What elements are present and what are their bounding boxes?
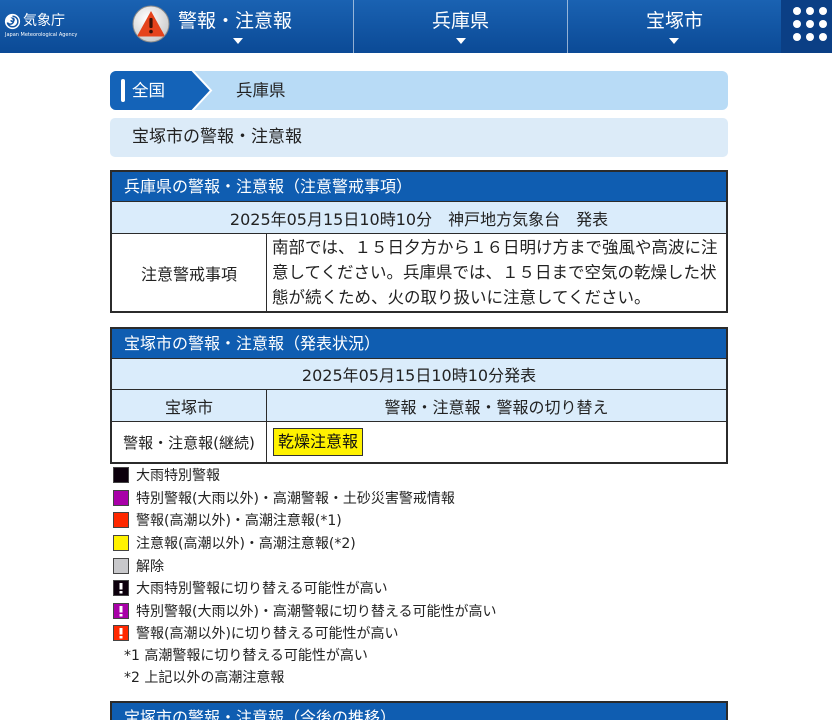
prefecture-issued-row: 2025年05月15日10時10分 神戸地方気象台 発表 — [112, 201, 726, 233]
legend-label: 解除 — [136, 558, 164, 575]
legend-swatch — [113, 557, 129, 574]
legend-swatch — [113, 602, 129, 619]
legend-swatch — [113, 512, 129, 529]
city-forecast-table: 宝塚市の警報・注意報（今後の推移） — [110, 701, 728, 720]
exclamation-icon — [119, 583, 123, 594]
breadcrumb-marker — [121, 79, 125, 102]
forecast-table-title: 宝塚市の警報・注意報（今後の推移） — [112, 703, 726, 720]
exclamation-icon — [119, 605, 123, 617]
column-header-area-label: 宝塚市 — [164, 397, 213, 417]
top-header: 気象庁 Japan Meteorological Agency 警報・注意報 兵… — [0, 0, 832, 53]
jma-logo-icon — [4, 13, 21, 30]
legend-item: 注意報(高潮以外)・高潮注意報(*2) — [110, 532, 728, 555]
legend-item: 大雨特別警報 — [110, 464, 728, 487]
prefecture-issued-text: 2025年05月15日10時10分 神戸地方気象台 発表 — [229, 209, 609, 229]
chevron-down-icon — [669, 38, 679, 44]
nav-label-city: 宝塚市 — [645, 10, 703, 32]
prefecture-table-title: 兵庫県の警報・注意報（注意警戒事項） — [112, 172, 726, 201]
notice-label-cell: 注意警戒事項 — [112, 234, 267, 311]
legend-label: 大雨特別警報 — [136, 468, 220, 485]
jma-logo[interactable]: 気象庁 Japan Meteorological Agency — [4, 8, 77, 44]
breadcrumb-arrow — [110, 71, 213, 110]
status-label: 警報・注意報(継続) — [123, 433, 255, 452]
legend-swatch — [113, 467, 129, 484]
chevron-down-icon — [456, 38, 466, 44]
legend-label: 注意報(高潮以外)・高潮注意報(*2) — [136, 536, 356, 553]
logo-subtext: Japan Meteorological Agency — [5, 32, 78, 38]
page-title: 宝塚市の警報・注意報 — [110, 118, 728, 157]
legend-swatch — [113, 535, 129, 552]
legend-label: 警報(高潮以外)・高潮注意報(*1) — [136, 513, 342, 530]
nav-city-selector[interactable]: 宝塚市 — [568, 0, 781, 53]
chevron-down-icon — [233, 38, 243, 44]
city-status-row: 警報・注意報(継続) 乾燥注意報 — [112, 421, 726, 462]
menu-button[interactable] — [781, 0, 832, 53]
logo-text: 気象庁 — [23, 13, 65, 29]
warning-legend: 大雨特別警報 特別警報(大雨以外)・高潮警報・土砂災害警戒情報 警報(高潮以外)… — [110, 464, 728, 690]
city-issued-text: 2025年05月15日10時10分発表 — [301, 366, 537, 385]
prefecture-warning-table: 兵庫県の警報・注意報（注意警戒事項） 2025年05月15日10時10分 神戸地… — [110, 170, 728, 313]
legend-item: 大雨特別警報に切り替える可能性が高い — [110, 577, 728, 600]
status-warnings-cell: 乾燥注意報 — [267, 422, 726, 462]
legend-note: *2 上記以外の高潮注意報 — [124, 670, 285, 687]
legend-swatch — [113, 625, 129, 642]
legend-label: 特別警報(大雨以外)・高潮警報・土砂災害警戒情報 — [136, 490, 455, 507]
city-warning-table: 宝塚市の警報・注意報（発表状況） 2025年05月15日10時10分発表 宝塚市… — [110, 327, 728, 464]
legend-item: 特別警報(大雨以外)・高潮警報に切り替える可能性が高い — [110, 600, 728, 623]
column-header-switch: 警報・注意報・警報の切り替え — [267, 390, 726, 421]
legend-label: 特別警報(大雨以外)・高潮警報に切り替える可能性が高い — [136, 603, 497, 620]
breadcrumb: 全国 兵庫県 — [110, 71, 728, 110]
nav-warning-type-selector[interactable]: 警報・注意報 — [70, 0, 353, 53]
warning-badge-dry-air: 乾燥注意報 — [273, 428, 364, 456]
legend-label: 警報(高潮以外)に切り替える可能性が高い — [136, 626, 399, 643]
legend-swatch — [113, 489, 129, 506]
notice-label: 注意警戒事項 — [140, 264, 237, 284]
notice-text: 南部では、１５日夕方から１６日明け方まで強風や高波に注意してください。兵庫県では… — [272, 238, 718, 307]
legend-note: *1 高潮警報に切り替える可能性が高い — [124, 647, 368, 664]
exclamation-icon — [119, 628, 123, 639]
prefecture-notice-row: 注意警戒事項 南部では、１５日夕方から１６日明け方まで強風や高波に注意してくださ… — [112, 233, 726, 311]
warning-icon — [132, 5, 170, 43]
city-table-title: 宝塚市の警報・注意報（発表状況） — [112, 329, 726, 358]
legend-item: 警報(高潮以外)・高潮注意報(*1) — [110, 509, 728, 532]
legend-label: 大雨特別警報に切り替える可能性が高い — [136, 581, 388, 598]
status-label-cell: 警報・注意報(継続) — [112, 422, 267, 462]
nav-label-prefecture: 兵庫県 — [431, 10, 489, 32]
legend-swatch — [113, 580, 129, 597]
column-header-area: 宝塚市 — [112, 390, 267, 421]
breadcrumb-prefecture-link[interactable]: 兵庫県 — [236, 71, 286, 110]
notice-text-cell: 南部では、１５日夕方から１６日明け方まで強風や高波に注意してください。兵庫県では… — [267, 234, 726, 311]
city-column-header-row: 宝塚市 警報・注意報・警報の切り替え — [112, 389, 726, 421]
nav-label-warning: 警報・注意報 — [178, 10, 293, 32]
legend-item: 特別警報(大雨以外)・高潮警報・土砂災害警戒情報 — [110, 487, 728, 510]
column-header-switch-label: 警報・注意報・警報の切り替え — [384, 397, 609, 417]
legend-item: 解除 — [110, 554, 728, 577]
legend-item: 警報(高潮以外)に切り替える可能性が高い — [110, 622, 728, 645]
city-issued-row: 2025年05月15日10時10分発表 — [112, 358, 726, 389]
breadcrumb-root-link[interactable]: 全国 — [132, 71, 165, 110]
nav-prefecture-selector[interactable]: 兵庫県 — [354, 0, 567, 53]
